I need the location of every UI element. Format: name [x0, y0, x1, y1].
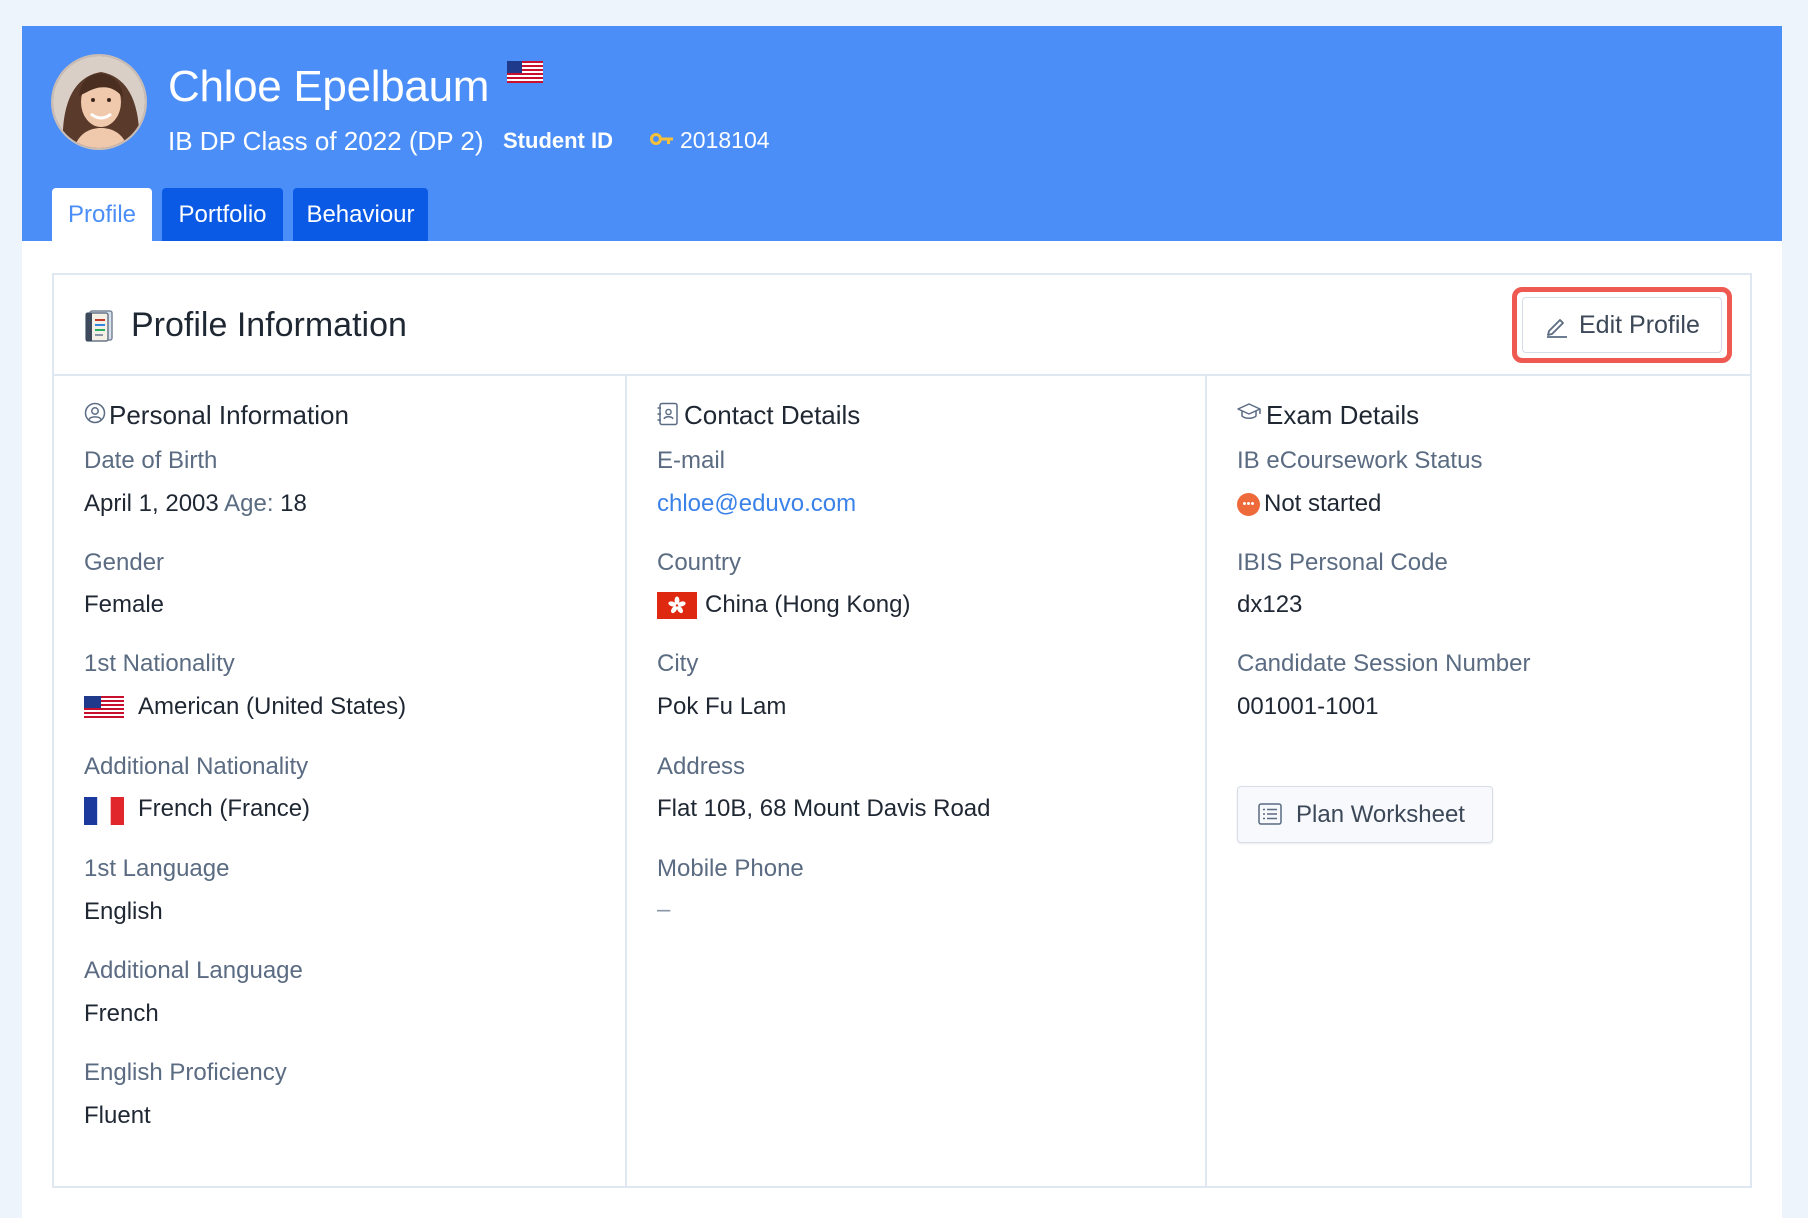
mobile-phone-label: Mobile Phone: [657, 855, 804, 882]
city-value: Pok Fu Lam: [657, 693, 787, 720]
card-header: Profile Information Edit Profile: [54, 275, 1750, 376]
language2-value: French: [84, 1000, 159, 1027]
us-flag-icon: [507, 61, 543, 88]
personal-information-section: Personal Information Date of Birth April…: [54, 376, 627, 1186]
plan-worksheet-label: Plan Worksheet: [1296, 801, 1465, 828]
tab-behaviour[interactable]: Behaviour: [293, 188, 428, 241]
ibis-code-value: dx123: [1237, 591, 1303, 618]
mobile-phone-value: –: [657, 896, 671, 923]
card-title: Profile Information: [131, 306, 407, 344]
edit-profile-label: Edit Profile: [1579, 311, 1700, 339]
contact-details-section: Contact Details E-mail chloe@eduvo.com C…: [627, 376, 1207, 1186]
gender-value: Female: [84, 591, 165, 618]
city-label: City: [657, 650, 699, 677]
nationality1-value: American (United States): [138, 693, 407, 720]
language1-label: 1st Language: [84, 855, 230, 882]
ecoursework-label: IB eCoursework Status: [1237, 447, 1483, 474]
notebook-icon: [84, 309, 116, 348]
student-id-label: Student ID: [503, 128, 613, 153]
tab-portfolio[interactable]: Portfolio: [162, 188, 283, 241]
exam-details-title: Exam Details: [1266, 400, 1420, 430]
age-value: 18: [280, 490, 307, 517]
edit-profile-button[interactable]: Edit Profile: [1522, 297, 1722, 353]
proficiency-value: Fluent: [84, 1102, 151, 1129]
student-page: Chloe Epelbaum IB DP Class of 2022 (DP 2…: [22, 26, 1782, 1218]
contact-book-icon: [657, 402, 679, 431]
ibis-code-label: IBIS Personal Code: [1237, 549, 1448, 576]
hong-kong-flag-icon: [657, 592, 697, 624]
plan-worksheet-button[interactable]: Plan Worksheet: [1237, 786, 1493, 843]
session-number-value: 001001-1001: [1237, 693, 1379, 720]
profile-information-card: Profile Information Edit Profile Persona…: [52, 273, 1752, 1188]
student-id-value: 2018104: [680, 127, 770, 153]
tab-profile[interactable]: Profile: [52, 188, 152, 241]
address-label: Address: [657, 753, 746, 780]
ecoursework-value: Not started: [1264, 490, 1382, 517]
nationality1-label: 1st Nationality: [84, 650, 235, 677]
session-number-label: Candidate Session Number: [1237, 650, 1531, 677]
student-header: Chloe Epelbaum IB DP Class of 2022 (DP 2…: [22, 26, 1782, 241]
student-name: Chloe Epelbaum: [168, 62, 490, 111]
country-label: Country: [657, 549, 742, 576]
dob-label: Date of Birth: [84, 447, 218, 474]
language1-value: English: [84, 898, 163, 925]
proficiency-label: English Proficiency: [84, 1059, 287, 1086]
personal-information-title: Personal Information: [109, 400, 349, 430]
language2-label: Additional Language: [84, 957, 303, 984]
nationality2-value: French (France): [138, 795, 311, 822]
france-flag-icon: [84, 797, 124, 830]
nationality2-label: Additional Nationality: [84, 753, 309, 780]
status-dot-icon: [1237, 493, 1260, 516]
key-icon: [650, 132, 674, 151]
country-value: China (Hong Kong): [705, 591, 911, 618]
address-value: Flat 10B, 68 Mount Davis Road: [657, 795, 991, 822]
dob-date: April 1, 2003: [84, 490, 219, 517]
us-flag-icon: [84, 696, 124, 723]
dob-value: April 1, 2003 Age: 18: [84, 490, 307, 518]
student-avatar: [51, 54, 147, 150]
graduation-cap-icon: [1237, 402, 1261, 427]
pencil-icon: [1545, 314, 1569, 343]
student-class: IB DP Class of 2022 (DP 2): [168, 126, 484, 156]
gender-label: Gender: [84, 549, 165, 576]
email-link[interactable]: chloe@eduvo.com: [657, 490, 856, 518]
age-label: Age:: [224, 490, 274, 517]
contact-details-title: Contact Details: [684, 400, 861, 430]
exam-details-section: Exam Details IB eCoursework Status Not s…: [1207, 376, 1750, 1186]
email-label: E-mail: [657, 447, 726, 474]
user-circle-icon: [84, 402, 106, 429]
list-icon: [1258, 803, 1282, 830]
